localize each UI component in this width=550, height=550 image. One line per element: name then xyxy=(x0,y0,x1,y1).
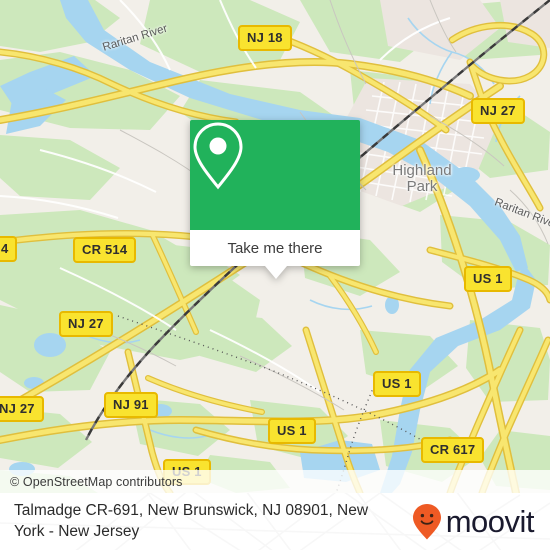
map-attribution[interactable]: © OpenStreetMap contributors xyxy=(0,470,550,493)
road-shield-us-1-sw[interactable]: US 1 xyxy=(268,418,316,444)
map-canvas[interactable]: Highland Park Raritan River Raritan Rive… xyxy=(0,0,550,493)
moovit-logo[interactable]: moovit xyxy=(412,493,535,550)
map-screenshot: Highland Park Raritan River Raritan Rive… xyxy=(0,0,550,550)
map-label-highland-park: Highland Park xyxy=(392,162,452,196)
road-shield-cr-617[interactable]: CR 617 xyxy=(421,437,485,463)
road-shield-nj-91[interactable]: NJ 91 xyxy=(104,392,158,418)
road-shield-nj-27-sw[interactable]: NJ 27 xyxy=(0,396,44,422)
location-popup[interactable]: Take me there xyxy=(190,120,360,279)
road-shield-cr-514-cut[interactable]: 4 xyxy=(0,236,18,262)
address-text: Talmadge CR-691, New Brunswick, NJ 08901… xyxy=(14,502,369,540)
take-me-there-button[interactable]: Take me there xyxy=(190,230,360,266)
road-shield-nj-27-w[interactable]: NJ 27 xyxy=(59,311,113,337)
road-shield-nj-18[interactable]: NJ 18 xyxy=(238,25,292,51)
take-me-there-label: Take me there xyxy=(227,239,323,257)
popup-header xyxy=(190,120,360,230)
road-shield-us-1-e[interactable]: US 1 xyxy=(464,266,512,292)
moovit-wordmark: moovit xyxy=(445,504,535,539)
moovit-pin-icon xyxy=(412,503,441,539)
road-shield-us-1-s[interactable]: US 1 xyxy=(373,371,421,397)
attribution-text: © OpenStreetMap contributors xyxy=(10,474,183,489)
map-pin-icon xyxy=(193,122,243,190)
road-shield-cr-514[interactable]: CR 514 xyxy=(73,237,137,263)
footer-bar: Talmadge CR-691, New Brunswick, NJ 08901… xyxy=(0,493,550,550)
popup-pointer xyxy=(265,266,287,279)
road-shield-nj-27-ne[interactable]: NJ 27 xyxy=(471,98,525,124)
